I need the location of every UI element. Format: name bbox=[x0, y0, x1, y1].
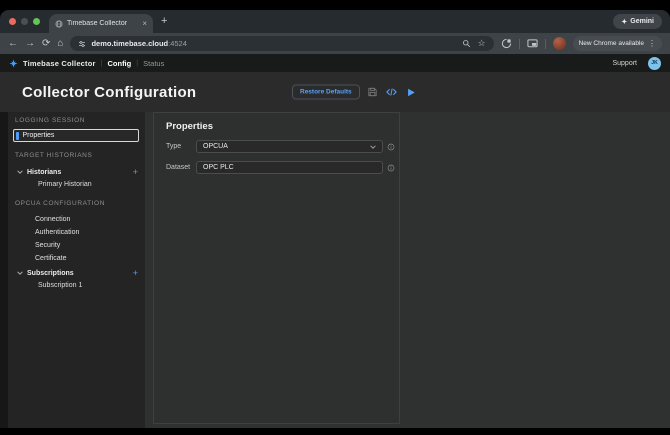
group-label: Subscriptions bbox=[27, 269, 74, 277]
bookmark-star-icon[interactable]: ☆ bbox=[478, 39, 486, 48]
sidebar-group-subscriptions[interactable]: Subscriptions + bbox=[17, 267, 138, 279]
page-title: Collector Configuration bbox=[22, 83, 197, 101]
reload-icon[interactable]: ⟳ bbox=[42, 38, 50, 49]
play-icon bbox=[407, 88, 415, 96]
chrome-update-button[interactable]: New Chrome available ⋮ bbox=[572, 36, 662, 51]
toolbar-divider bbox=[518, 38, 520, 49]
sidebar-item-properties[interactable]: Properties bbox=[13, 129, 139, 142]
sidebar-item-authentication[interactable]: Authentication bbox=[35, 229, 79, 236]
sidebar-item-connection[interactable]: Connection bbox=[35, 216, 70, 223]
user-avatar[interactable]: JK bbox=[648, 56, 661, 70]
address-bar[interactable]: demo.timebase.cloud:4524 ☆ bbox=[70, 36, 494, 51]
tab-close-icon[interactable]: × bbox=[142, 19, 147, 28]
type-info-icon[interactable] bbox=[387, 143, 395, 151]
toolbar-divider bbox=[544, 38, 546, 49]
gemini-sparkle-icon: ✦ bbox=[621, 18, 628, 26]
zoom-window-button[interactable] bbox=[33, 18, 40, 25]
screen-share-icon[interactable] bbox=[527, 38, 538, 49]
chrome-update-label: New Chrome available bbox=[578, 40, 644, 47]
section-label-target-historians: TARGET HISTORIANS bbox=[15, 152, 93, 159]
sidebar-item-label: Properties bbox=[22, 132, 55, 139]
chevron-down-icon[interactable] bbox=[17, 271, 23, 275]
browser-window: Timebase Collector × + ✦ Gemini ← → ⟳ ⌂ bbox=[0, 10, 670, 428]
home-icon[interactable]: ⌂ bbox=[57, 38, 63, 49]
omnibox-actions: ☆ bbox=[462, 39, 486, 48]
field-row-type: Type OPCUA bbox=[166, 140, 395, 153]
gemini-label: Gemini bbox=[630, 18, 654, 25]
panel-title: Properties bbox=[166, 121, 213, 132]
restore-defaults-button[interactable]: Restore Defaults bbox=[292, 84, 360, 100]
timebase-logo-icon bbox=[9, 58, 18, 68]
sidebar-item-certificate[interactable]: Certificate bbox=[35, 255, 67, 262]
view-code-button[interactable] bbox=[386, 86, 398, 98]
browser-tab-strip: Timebase Collector × + ✦ Gemini bbox=[0, 10, 670, 33]
url-host: demo.timebase.cloud bbox=[91, 39, 169, 48]
dataset-label: Dataset bbox=[166, 164, 191, 171]
close-window-button[interactable] bbox=[9, 18, 16, 25]
nav-tab-config[interactable]: Config bbox=[107, 59, 131, 68]
search-icon[interactable] bbox=[462, 39, 471, 48]
forward-icon[interactable]: → bbox=[25, 38, 35, 49]
sidebar-group-historians[interactable]: Historians + bbox=[17, 166, 138, 178]
chevron-down-icon[interactable] bbox=[17, 170, 23, 174]
app-header: Timebase Collector | Config | Status Sup… bbox=[0, 54, 670, 72]
sidebar-item-primary-historian[interactable]: Primary Historian bbox=[38, 181, 92, 188]
main-content: Properties Type OPCUA Dataset OPC PLC bbox=[145, 112, 670, 428]
url-port: :4524 bbox=[168, 39, 187, 48]
save-floppy-icon bbox=[368, 87, 377, 97]
new-tab-button[interactable]: + bbox=[161, 16, 167, 27]
back-icon[interactable]: ← bbox=[8, 38, 18, 49]
url-text[interactable]: demo.timebase.cloud:4524 bbox=[91, 39, 186, 48]
app-brand: Timebase Collector bbox=[23, 58, 96, 68]
site-settings-tune-icon[interactable] bbox=[78, 40, 86, 48]
nav-tab-status[interactable]: Status bbox=[143, 59, 164, 68]
run-button[interactable] bbox=[405, 86, 417, 98]
minimize-window-button[interactable] bbox=[21, 18, 28, 25]
group-label: Historians bbox=[27, 168, 62, 176]
code-icon bbox=[386, 88, 398, 96]
chevron-down-icon bbox=[370, 144, 376, 149]
browser-menu-icon[interactable]: ⋮ bbox=[648, 39, 656, 48]
browser-profile-avatar[interactable] bbox=[552, 37, 566, 50]
sidebar-item-security[interactable]: Security bbox=[35, 242, 60, 249]
type-value: OPCUA bbox=[203, 143, 228, 150]
dataset-info-icon[interactable] bbox=[387, 164, 395, 172]
tab-favicon-globe-icon bbox=[55, 20, 63, 27]
web-page: Timebase Collector | Config | Status Sup… bbox=[0, 54, 670, 428]
browser-tab[interactable]: Timebase Collector × bbox=[49, 14, 153, 33]
content-area: LOGGING SESSION Properties TARGET HISTOR… bbox=[0, 112, 670, 428]
field-row-dataset: Dataset OPC PLC bbox=[166, 161, 395, 174]
desktop: Timebase Collector × + ✦ Gemini ← → ⟳ ⌂ bbox=[0, 0, 670, 435]
sidebar-item-subscription-1[interactable]: Subscription 1 bbox=[38, 282, 82, 289]
dataset-input[interactable]: OPC PLC bbox=[196, 161, 383, 174]
dataset-value: OPC PLC bbox=[203, 164, 234, 171]
config-actions: Restore Defaults bbox=[292, 84, 417, 100]
extension-icon[interactable] bbox=[501, 38, 512, 49]
type-select[interactable]: OPCUA bbox=[196, 140, 383, 153]
save-button[interactable] bbox=[367, 86, 379, 98]
support-link[interactable]: Support bbox=[612, 60, 637, 67]
left-gutter bbox=[0, 112, 8, 428]
add-historian-icon[interactable]: + bbox=[133, 167, 138, 177]
add-subscription-icon[interactable]: + bbox=[133, 268, 138, 278]
header-divider: | bbox=[100, 59, 103, 67]
properties-panel: Properties Type OPCUA Dataset OPC PLC bbox=[153, 112, 400, 424]
section-label-logging-session: LOGGING SESSION bbox=[15, 117, 86, 124]
window-controls bbox=[9, 18, 40, 25]
selected-accent-bar bbox=[16, 131, 19, 140]
tab-title: Timebase Collector bbox=[67, 20, 128, 27]
type-label: Type bbox=[166, 143, 182, 150]
config-sidebar: LOGGING SESSION Properties TARGET HISTOR… bbox=[8, 112, 145, 428]
gemini-button[interactable]: ✦ Gemini bbox=[613, 14, 662, 29]
page-title-row: Collector Configuration Restore Defaults bbox=[0, 72, 670, 112]
browser-toolbar: ← → ⟳ ⌂ demo.timebase.cloud:4524 ☆ New C… bbox=[0, 33, 670, 54]
header-divider: | bbox=[136, 59, 139, 67]
section-label-opcua-configuration: OPCUA CONFIGURATION bbox=[15, 200, 106, 207]
